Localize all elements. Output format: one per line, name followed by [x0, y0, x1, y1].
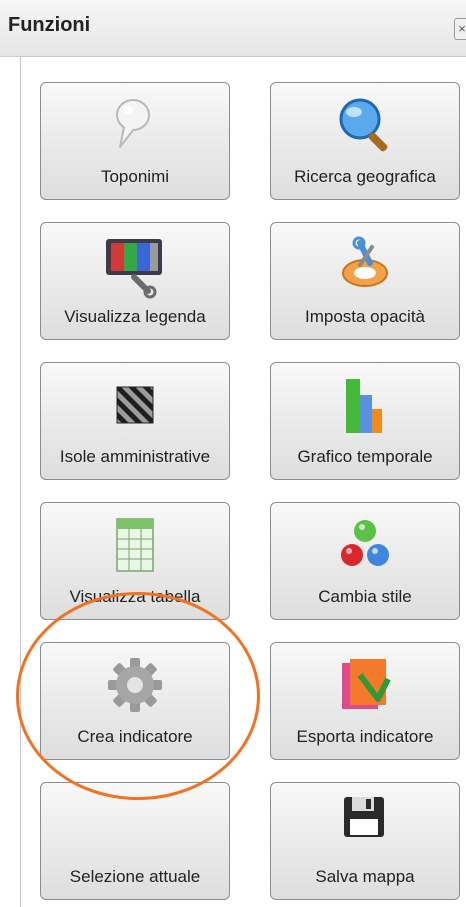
selezione-attuale-button[interactable]: Selezione attuale [40, 782, 230, 900]
gear-icon [108, 658, 162, 712]
tile-label: Selezione attuale [69, 867, 201, 886]
floppy-disk-icon [344, 797, 384, 837]
hatched-square-icon [116, 386, 154, 424]
panel-title: Funzioni [8, 14, 91, 36]
tile-label: Cambia stile [318, 587, 412, 606]
isole-amministrative-button[interactable]: Isole amministrative [40, 362, 230, 480]
tile-label: Ricerca geografica [294, 167, 436, 186]
tile-label: Esporta indicatore [296, 727, 434, 746]
visualizza-tabella-button[interactable]: Visualizza tabella [40, 502, 230, 620]
functions-panel: Funzioni × Toponimi Ricerca geografica V… [0, 0, 466, 907]
tile-label: Visualizza legenda [64, 307, 206, 326]
export-folder-icon [342, 659, 391, 709]
bar-chart-icon [346, 379, 382, 433]
panel-header: Funzioni × [0, 0, 466, 57]
ricerca-geografica-button[interactable]: Ricerca geografica [270, 82, 460, 200]
crea-indicatore-button[interactable]: Crea indicatore [40, 642, 230, 760]
tile-label: Salva mappa [315, 867, 415, 886]
salva-mappa-button[interactable]: Salva mappa [270, 782, 460, 900]
cambia-stile-button[interactable]: Cambia stile [270, 502, 460, 620]
tile-label: Isole amministrative [59, 447, 211, 466]
close-button[interactable]: × [454, 18, 466, 40]
tile-label: Toponimi [100, 167, 170, 186]
tile-label: Crea indicatore [77, 727, 193, 746]
imposta-opacita-button[interactable]: Imposta opacità [270, 222, 460, 340]
tile-label: Visualizza tabella [69, 587, 201, 606]
magnifier-icon [339, 98, 388, 152]
opacity-tools-icon [342, 236, 388, 287]
visualizza-legenda-button[interactable]: Visualizza legenda [40, 222, 230, 340]
tile-label: Imposta opacità [304, 307, 425, 326]
esporta-indicatore-button[interactable]: Esporta indicatore [270, 642, 460, 760]
table-sheet-icon [116, 518, 154, 572]
color-balls-icon [341, 520, 389, 566]
pin-icon [116, 99, 150, 148]
grafico-temporale-button[interactable]: Grafico temporale [270, 362, 460, 480]
legend-monitor-icon [106, 239, 162, 299]
tile-label: Grafico temporale [297, 447, 433, 466]
toponimi-button[interactable]: Toponimi [40, 82, 230, 200]
